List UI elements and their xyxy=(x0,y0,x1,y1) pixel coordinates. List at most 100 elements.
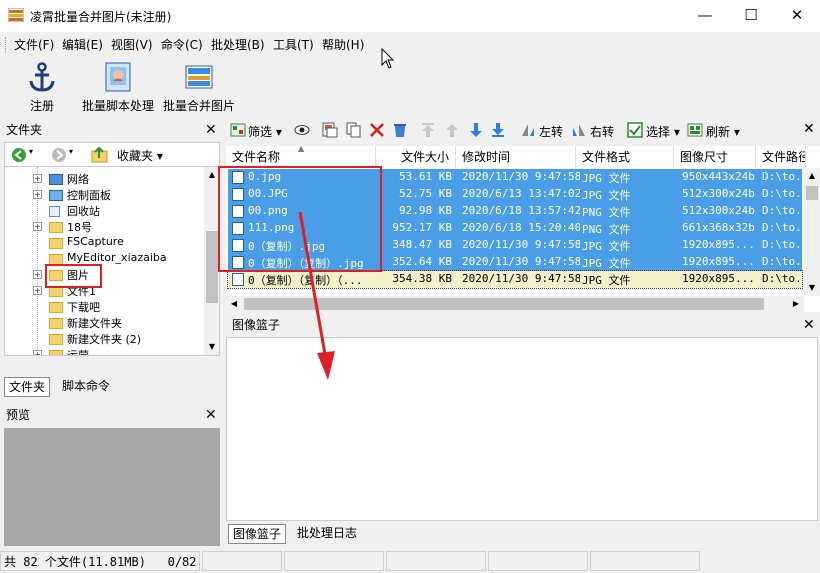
tree-item[interactable]: + 文件1 xyxy=(5,283,201,299)
preview-panel-close-icon[interactable]: ✕ xyxy=(205,405,217,425)
file-panel-close-icon[interactable]: ✕ xyxy=(803,119,815,139)
list-scroll-thumb[interactable] xyxy=(806,186,818,200)
move-down-icon[interactable] xyxy=(468,122,484,138)
expand-icon[interactable]: + xyxy=(33,190,42,199)
file-path-cell: D:\to... xyxy=(762,204,806,217)
column-header-dimensions[interactable]: 图像尺寸 xyxy=(674,146,756,168)
filter-label[interactable]: 筛选 ▾ xyxy=(248,123,282,140)
expand-icon[interactable]: + xyxy=(33,174,42,183)
file-dims-cell: 512x300x24b xyxy=(682,187,755,200)
basket-panel-close-icon[interactable]: ✕ xyxy=(803,315,815,335)
favorites-dropdown[interactable]: 收藏夹 ▾ xyxy=(117,147,163,164)
tab-folders[interactable]: 文件夹 xyxy=(4,377,51,397)
column-header-size[interactable]: 文件大小 xyxy=(376,146,456,168)
status-file-count: 共 82 个文件(11.81MB) 0/82 xyxy=(0,551,200,571)
forward-icon[interactable] xyxy=(51,147,67,163)
tab-batch-log[interactable]: 批处理日志 xyxy=(293,524,361,544)
delete-icon[interactable] xyxy=(369,122,385,138)
file-size-cell: 52.75 KB xyxy=(399,187,452,200)
file-path-cell: D:\to... xyxy=(762,187,806,200)
tree-item[interactable]: + 图片 xyxy=(5,267,201,283)
expand-icon[interactable]: + xyxy=(33,350,42,355)
tree-item[interactable]: FSCapture xyxy=(5,235,201,251)
menu-command[interactable]: 命令(C) xyxy=(161,36,203,53)
tree-item[interactable]: + 网络 xyxy=(5,171,201,187)
batch-merge-icon xyxy=(185,65,213,89)
main-toolbar: 注册 批量脚本处理 批量合并图片 xyxy=(0,58,242,116)
select-checkbox-icon[interactable] xyxy=(627,122,643,138)
scroll-down-icon[interactable]: ▼ xyxy=(204,339,219,355)
batch-merge-button[interactable]: 批量合并图片 xyxy=(161,58,237,114)
register-label: 注册 xyxy=(29,99,54,113)
file-modified-cell: 2020/6/18 15:20:40 xyxy=(462,221,580,234)
recycle-bin-icon xyxy=(49,206,60,217)
recycle-icon[interactable] xyxy=(392,122,408,138)
batch-script-button[interactable]: 批量脚本处理 xyxy=(76,58,160,114)
menu-view[interactable]: 视图(V) xyxy=(111,36,153,53)
rotate-left-label[interactable]: 左转 xyxy=(539,123,563,140)
move-bottom-icon[interactable] xyxy=(490,122,506,138)
tree-scroll-thumb[interactable] xyxy=(206,231,218,303)
tree-item[interactable]: + 控制面板 xyxy=(5,187,201,203)
file-modified-cell: 2020/6/18 13:57:42 xyxy=(462,204,580,217)
copy-icon[interactable] xyxy=(346,122,362,138)
folder-highlight-box xyxy=(45,264,102,288)
tree-item[interactable]: 新建文件夹 (2) xyxy=(5,331,201,347)
list-scroll-up-icon[interactable]: ▲ xyxy=(804,168,820,184)
filter-icon[interactable] xyxy=(230,122,246,138)
back-dropdown-icon[interactable]: ▾ xyxy=(29,147,33,156)
batch-script-icon xyxy=(105,62,131,92)
folder-up-icon[interactable] xyxy=(91,146,109,163)
expand-icon[interactable]: + xyxy=(33,222,42,231)
close-button[interactable]: ✕ xyxy=(774,0,820,32)
expand-icon[interactable]: + xyxy=(33,270,42,279)
status-panel-2 xyxy=(202,551,282,571)
file-format-cell: PNG 文件 xyxy=(582,206,631,219)
list-scroll-right-icon[interactable]: ▶ xyxy=(788,296,804,312)
column-header-format[interactable]: 文件格式 xyxy=(576,146,674,168)
anchor-icon xyxy=(29,62,55,92)
list-vertical-scrollbar[interactable]: ▲ ▼ xyxy=(804,168,820,296)
file-dims-cell: 1920x895... xyxy=(682,272,755,285)
list-scroll-left-icon[interactable]: ◀ xyxy=(226,296,242,312)
forward-dropdown-icon[interactable]: ▾ xyxy=(69,147,73,156)
tree-item[interactable]: 回收站 xyxy=(5,203,201,219)
menu-batch[interactable]: 批处理(B) xyxy=(211,36,265,53)
folder-panel-close-icon[interactable]: ✕ xyxy=(205,120,217,140)
tree-item[interactable]: MyEditor_xiazaiba xyxy=(5,251,201,267)
control-panel-icon xyxy=(49,190,63,201)
file-path-cell: D:\to... xyxy=(762,255,806,268)
move-up-icon[interactable] xyxy=(444,122,460,138)
menu-edit[interactable]: 编辑(E) xyxy=(62,36,103,53)
rotate-right-icon[interactable] xyxy=(571,122,587,138)
select-label[interactable]: 选择 ▾ xyxy=(646,123,680,140)
tree-item[interactable]: +18号 xyxy=(5,219,201,235)
file-path-cell: D:\to... xyxy=(762,170,806,183)
column-header-path[interactable]: 文件路径 xyxy=(756,146,806,168)
menu-file[interactable]: 文件(F) xyxy=(14,36,54,53)
tree-item[interactable]: 新建文件夹 xyxy=(5,315,201,331)
minimize-button[interactable]: — xyxy=(682,0,728,32)
rotate-right-label[interactable]: 右转 xyxy=(590,123,614,140)
move-top-icon[interactable] xyxy=(420,122,436,138)
menu-tools[interactable]: 工具(T) xyxy=(273,36,314,53)
register-button[interactable]: 注册 xyxy=(20,58,64,114)
file-modified-cell: 2020/11/30 9:47:58 xyxy=(462,238,580,251)
list-scroll-down-icon[interactable]: ▼ xyxy=(804,280,820,296)
image-properties-icon[interactable] xyxy=(322,122,338,138)
rotate-left-icon[interactable] xyxy=(520,122,536,138)
back-icon[interactable] xyxy=(11,147,27,163)
tree-item[interactable]: 下载吧 xyxy=(5,299,201,315)
expand-icon[interactable]: + xyxy=(33,286,42,295)
file-path-cell: D:\to... xyxy=(762,238,806,251)
tab-script-commands[interactable]: 脚本命令 xyxy=(58,377,114,397)
status-panel-5 xyxy=(488,551,588,571)
refresh-icon[interactable] xyxy=(687,122,703,138)
eye-icon[interactable] xyxy=(294,122,310,138)
column-header-modified[interactable]: 修改时间 xyxy=(456,146,576,168)
maximize-button[interactable]: ☐ xyxy=(728,0,774,32)
tab-image-basket[interactable]: 图像篮子 xyxy=(228,524,287,544)
refresh-label[interactable]: 刷新 ▾ xyxy=(706,123,740,140)
tree-item[interactable]: + 运营 xyxy=(5,347,201,355)
menu-help[interactable]: 帮助(H) xyxy=(322,36,364,53)
